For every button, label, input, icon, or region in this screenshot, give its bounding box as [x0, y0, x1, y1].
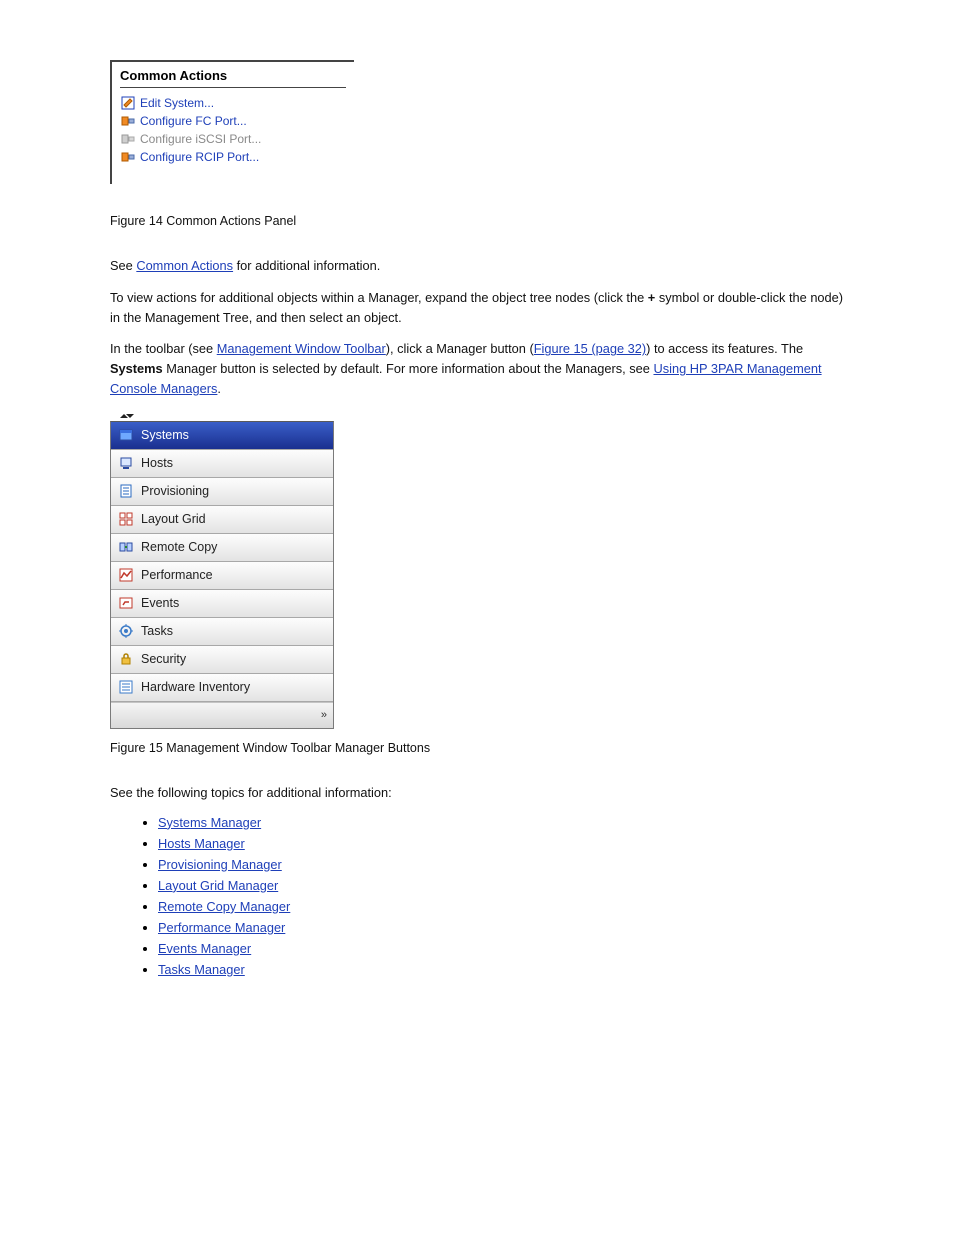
- list-item: Tasks Manager: [158, 962, 844, 977]
- toolbar-item-label: Hardware Inventory: [141, 680, 250, 694]
- related-topics-list: Systems Manager Hosts Manager Provisioni…: [110, 815, 844, 977]
- action-label: Configure FC Port...: [140, 114, 247, 128]
- toolbar-item-hardware-inventory[interactable]: Hardware Inventory: [111, 674, 333, 702]
- remote-copy-icon: [117, 538, 135, 556]
- text: Manager button is selected by default. F…: [163, 361, 654, 376]
- rcip-port-icon: [120, 149, 136, 165]
- list-item: Layout Grid Manager: [158, 878, 844, 893]
- toolbar-item-label: Systems: [141, 428, 189, 442]
- list-item: Systems Manager: [158, 815, 844, 830]
- paragraph-expand-tree: To view actions for additional objects w…: [110, 288, 844, 328]
- text: In the toolbar (see: [110, 341, 217, 356]
- events-manager-link[interactable]: Events Manager: [158, 941, 251, 956]
- toolbar-item-systems[interactable]: Systems: [111, 422, 333, 450]
- toolbar-item-label: Provisioning: [141, 484, 209, 498]
- action-label: Edit System...: [140, 96, 214, 110]
- text: ) to access its features. The: [646, 341, 803, 356]
- list-item: Remote Copy Manager: [158, 899, 844, 914]
- toolbar-item-label: Events: [141, 596, 179, 610]
- layout-grid-manager-link[interactable]: Layout Grid Manager: [158, 878, 278, 893]
- toolbar-item-performance[interactable]: Performance: [111, 562, 333, 590]
- remote-copy-manager-link[interactable]: Remote Copy Manager: [158, 899, 290, 914]
- figure-15-link[interactable]: Figure 15 (page 32): [534, 341, 646, 356]
- iscsi-port-icon: [120, 131, 136, 147]
- toolbar-item-label: Tasks: [141, 624, 173, 638]
- list-item: Events Manager: [158, 941, 844, 956]
- toolbar-manager-buttons: Systems Hosts Provisioning Layout Grid: [110, 411, 334, 729]
- common-actions-title: Common Actions: [120, 68, 346, 88]
- toolbar-grip: [110, 411, 334, 421]
- toolbar-item-layout-grid[interactable]: Layout Grid: [111, 506, 333, 534]
- configure-rcip-port-action[interactable]: Configure RCIP Port...: [120, 148, 346, 166]
- toolbar-item-hosts[interactable]: Hosts: [111, 450, 333, 478]
- performance-manager-link[interactable]: Performance Manager: [158, 920, 285, 935]
- performance-icon: [117, 566, 135, 584]
- provisioning-manager-link[interactable]: Provisioning Manager: [158, 857, 282, 872]
- list-item: Performance Manager: [158, 920, 844, 935]
- edit-system-action[interactable]: Edit System...: [120, 94, 346, 112]
- text: To view actions for additional objects w…: [110, 290, 648, 305]
- paragraph-see-common-actions: See Common Actions for additional inform…: [110, 256, 844, 276]
- list-item: Provisioning Manager: [158, 857, 844, 872]
- systems-bold: Systems: [110, 361, 163, 376]
- configure-iscsi-port-action: Configure iSCSI Port...: [120, 130, 346, 148]
- toolbar-item-events[interactable]: Events: [111, 590, 333, 618]
- common-actions-link[interactable]: Common Actions: [136, 258, 233, 273]
- toolbar-item-label: Hosts: [141, 456, 173, 470]
- toolbar-item-provisioning[interactable]: Provisioning: [111, 478, 333, 506]
- expand-icon: »: [321, 709, 327, 721]
- toolbar-item-security[interactable]: Security: [111, 646, 333, 674]
- text: ), click a Manager button (: [386, 341, 534, 356]
- hosts-icon: [117, 454, 135, 472]
- text: See: [110, 258, 136, 273]
- text: for additional information.: [233, 258, 380, 273]
- configure-fc-port-action[interactable]: Configure FC Port...: [120, 112, 346, 130]
- provisioning-icon: [117, 482, 135, 500]
- figure-14-caption: Figure 14 Common Actions Panel: [110, 214, 844, 228]
- toolbar-item-label: Security: [141, 652, 186, 666]
- events-icon: [117, 594, 135, 612]
- hosts-manager-link[interactable]: Hosts Manager: [158, 836, 245, 851]
- action-label: Configure RCIP Port...: [140, 150, 259, 164]
- toolbar-item-tasks[interactable]: Tasks: [111, 618, 333, 646]
- text: .: [217, 381, 221, 396]
- paragraph-toolbar-managers: In the toolbar (see Management Window To…: [110, 339, 844, 398]
- common-actions-panel: Common Actions Edit System... Configure …: [110, 60, 354, 184]
- list-item: Hosts Manager: [158, 836, 844, 851]
- fc-port-icon: [120, 113, 136, 129]
- toolbar-item-label: Remote Copy: [141, 540, 217, 554]
- systems-icon: [117, 426, 135, 444]
- figure-15-caption: Figure 15 Management Window Toolbar Mana…: [110, 741, 844, 755]
- toolbar-item-label: Performance: [141, 568, 213, 582]
- list-intro: See the following topics for additional …: [110, 783, 844, 803]
- edit-icon: [120, 95, 136, 111]
- security-icon: [117, 650, 135, 668]
- tasks-manager-link[interactable]: Tasks Manager: [158, 962, 245, 977]
- toolbar-expand-footer[interactable]: »: [111, 702, 333, 728]
- action-label: Configure iSCSI Port...: [140, 132, 261, 146]
- hardware-inventory-icon: [117, 678, 135, 696]
- tasks-icon: [117, 622, 135, 640]
- toolbar-item-remote-copy[interactable]: Remote Copy: [111, 534, 333, 562]
- toolbar-item-label: Layout Grid: [141, 512, 206, 526]
- management-window-toolbar-link[interactable]: Management Window Toolbar: [217, 341, 386, 356]
- systems-manager-link[interactable]: Systems Manager: [158, 815, 261, 830]
- layout-grid-icon: [117, 510, 135, 528]
